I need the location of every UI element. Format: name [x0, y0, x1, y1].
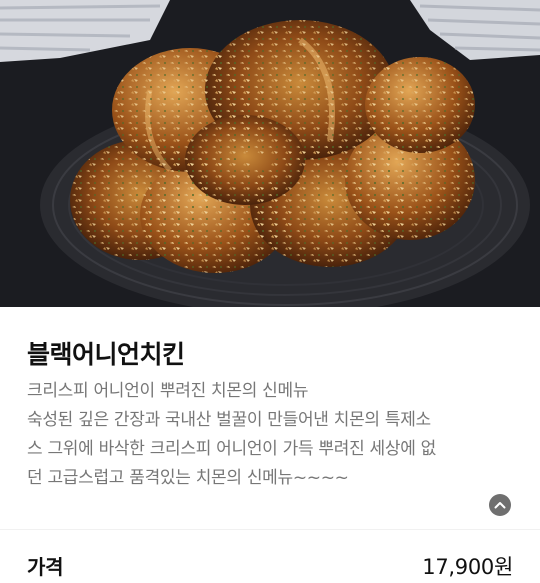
description-line: 크리스피 어니언이 뿌려진 치몬의 신메뉴 [27, 381, 309, 401]
description-line: 스 그위에 바삭한 크리스피 어니언이 가득 뿌려진 세상에 없 [27, 439, 436, 459]
description-line: 숙성된 깊은 간장과 국내산 벌꿀이 만들어낸 치몬의 특제소 [27, 410, 431, 430]
price-value: 17,900원 [422, 555, 513, 579]
menu-detail-card: 블랙어니언치킨 크리스피 어니언이 뿌려진 치몬의 신메뉴 숙성된 깊은 간장과… [0, 307, 540, 583]
menu-description: 크리스피 어니언이 뿌려진 치몬의 신메뉴 숙성된 깊은 간장과 국내산 벌꿀이… [27, 377, 517, 493]
collapse-description-button[interactable] [489, 494, 511, 516]
menu-photo [0, 0, 540, 307]
fried-chicken-image [0, 0, 540, 307]
description-line: 던 고급스럽고 품격있는 치몬의 신메뉴~~~~ [27, 468, 349, 488]
menu-title: 블랙어니언치킨 [27, 340, 185, 369]
chevron-up-icon [494, 502, 506, 509]
price-label: 가격 [27, 555, 64, 579]
divider [0, 529, 540, 530]
